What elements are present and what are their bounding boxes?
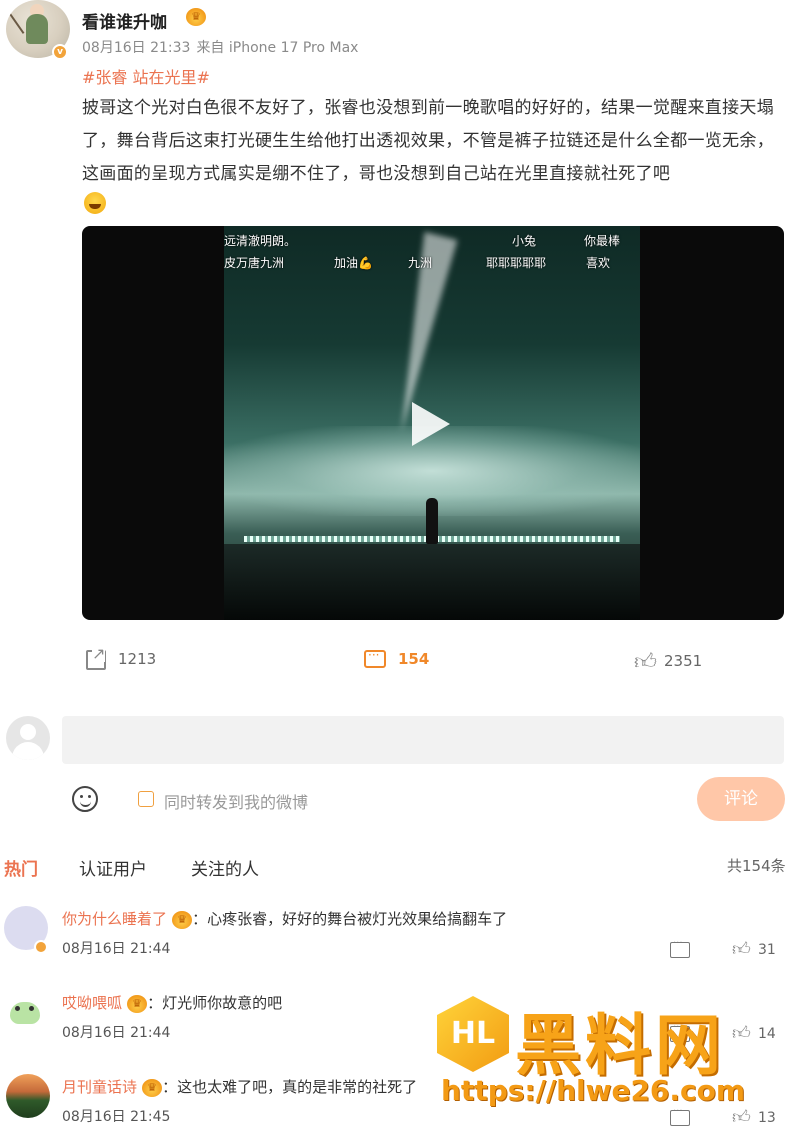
share-count[interactable]: 1213 [118,650,156,668]
smiley-icon[interactable] [72,786,98,812]
submit-comment-button[interactable]: 评论 [697,777,785,821]
comment-time: 08月16日 21:44 [62,941,171,957]
comment-text: 这也太难了吧，真的是非常的社死了 [177,1078,418,1096]
colon-separator: ： [162,1078,178,1096]
tab-following[interactable]: 关注的人 [191,855,259,880]
post-body: 披哥这个光对白色很不友好了，张睿也没想到前一晚歌唱的好好的，结果一觉醒来直接天塌… [82,98,774,184]
danmaku-comment: 皮万唐九洲 [224,256,285,270]
crown-icon: ♛ [186,8,206,26]
crown-icon: ♛ [127,994,148,1013]
performer-silhouette [426,498,438,544]
comment-icon[interactable] [364,648,386,668]
comment-text: 心疼张睿，好好的舞台被灯光效果给搞翻车了 [207,910,508,928]
tab-hot[interactable]: 热门 [4,855,38,880]
watermark-logo: HL [437,996,509,1072]
crown-icon: ♛ [142,1078,163,1097]
comment-time: 08月16日 21:45 [62,1109,171,1125]
watermark-logo-text: HL [450,1016,496,1051]
post-meta: 08月16日 21:33 来自 iPhone 17 Pro Max [82,37,364,57]
commenter-name[interactable]: 月刊童话诗 [62,1078,137,1096]
share-icon[interactable] [86,646,106,670]
repost-label[interactable]: 同时转发到我的微博 [164,789,308,813]
danmaku-comment: 小兔 [512,234,537,248]
commenter-name[interactable]: 哎呦喂呱 [62,994,122,1012]
repost-checkbox[interactable] [138,791,154,807]
comment-total: 共154条 [727,857,786,875]
danmaku-comment: 加油💪 [334,256,373,270]
danmaku-comment: 你最棒 [584,234,621,248]
comment-count[interactable]: 154 [398,650,429,668]
comment-like-count[interactable]: 31 [758,942,776,958]
comment-text: 灯光师你故意的吧 [162,994,283,1012]
danmaku-comment: 耶耶耶耶耶 [486,256,547,270]
danmaku-comment: 九洲 [408,256,433,270]
video-player[interactable]: 远清澈明朗。 小兔 你最棒 皮万唐九洲 加油💪 九洲 耶耶耶耶耶 喜欢 [82,226,784,620]
danmaku-comment: 喜欢 [586,256,611,270]
stage-floor [224,544,640,620]
danmaku-comment: 远清澈明朗。 [224,234,297,248]
watermark: HL 黑料网 https://hlwe26.com [437,996,777,1116]
colon-separator: ： [147,994,163,1012]
commenter-name[interactable]: 你为什么睡着了 [62,910,167,928]
author-name[interactable]: 看谁谁升咖 [82,8,167,33]
post-source: 来自 iPhone 17 Pro Max [196,40,359,56]
comment-line: 哎呦喂呱 ♛ ：灯光师你故意的吧 [62,992,282,1013]
comment-time: 08月16日 21:44 [62,1025,171,1041]
comment-input[interactable] [62,716,784,764]
verified-badge-icon: v [52,44,68,60]
watermark-url: https://hlwe26.com [441,1074,746,1107]
verified-badge-icon [34,940,48,954]
post-date: 08月16日 21:33 [82,40,191,56]
reply-icon[interactable] [670,938,690,958]
current-user-avatar [6,716,50,760]
comment-line: 你为什么睡着了 ♛ ：心疼张睿，好好的舞台被灯光效果给搞翻车了 [62,908,507,929]
crown-icon: ♛ [172,910,193,929]
comment-line: 月刊童话诗 ♛ ：这也太难了吧，真的是非常的社死了 [62,1076,417,1097]
thumbs-up-icon[interactable]: 👍︎ [732,938,751,960]
commenter-avatar[interactable] [6,1074,50,1118]
play-icon[interactable] [412,402,450,446]
like-count[interactable]: 2351 [664,652,702,670]
colon-separator: ： [192,910,208,928]
hashtag-link[interactable]: #张睿 站在光里# [82,64,210,88]
laugh-cry-emoji-icon [84,192,106,214]
thumbs-up-icon[interactable]: 👍︎ [634,648,657,675]
tab-verified-users[interactable]: 认证用户 [79,855,147,880]
commenter-avatar[interactable] [6,994,50,1038]
